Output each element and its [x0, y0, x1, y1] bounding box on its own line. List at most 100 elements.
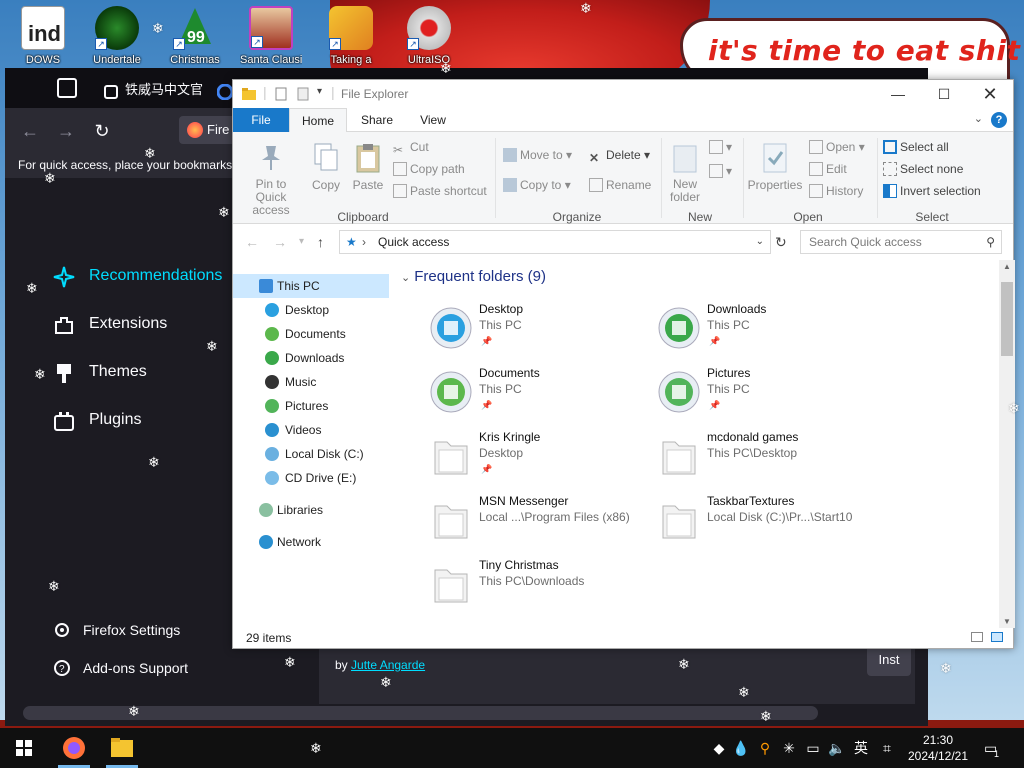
- minimize-button[interactable]: —: [875, 80, 921, 108]
- volume-icon[interactable]: 🔈: [828, 738, 846, 758]
- up-arrow-icon[interactable]: ↑: [317, 234, 324, 250]
- folder-tile[interactable]: mcdonald games This PC\Desktop: [657, 430, 885, 486]
- nav-item-downloads[interactable]: Downloads: [233, 346, 389, 370]
- new-folder-icon: [670, 142, 700, 174]
- firefox-identity-pill[interactable]: Fire: [179, 116, 239, 144]
- reload-icon[interactable]: ↻: [91, 120, 113, 142]
- cut-button[interactable]: ✂ Cut: [393, 140, 429, 157]
- droplet-icon[interactable]: 💧: [732, 738, 750, 758]
- desktop-icon-taking[interactable]: ↗ Taking a: [320, 6, 382, 70]
- tray-search-icon[interactable]: ⚲: [756, 738, 774, 758]
- easy-access-button[interactable]: ▾: [709, 164, 732, 178]
- folder-tile[interactable]: Kris Kringle Desktop 📌: [429, 430, 657, 486]
- firefox-logo-icon: [187, 122, 203, 138]
- addons-support-link[interactable]: ? Add-ons Support: [53, 656, 188, 680]
- tab-file[interactable]: File: [233, 108, 289, 132]
- new-folder-button[interactable]: New folder: [665, 142, 705, 204]
- back-arrow-icon[interactable]: ←: [245, 234, 259, 250]
- address-path-field[interactable]: ★ › Quick access ⌄: [339, 230, 771, 254]
- forward-arrow-icon[interactable]: →: [273, 234, 287, 250]
- pin-quick-access-button[interactable]: Pin to Quick access: [239, 142, 303, 217]
- folder-tile[interactable]: Tiny Christmas This PC\Downloads: [429, 558, 657, 614]
- start-button[interactable]: [0, 728, 48, 768]
- nav-item-local-disk[interactable]: Local Disk (C:): [233, 442, 389, 466]
- sidebar-item-themes[interactable]: Themes: [53, 356, 147, 388]
- desktop-icon-christmas[interactable]: 99 ↗ Christmas: [164, 6, 226, 70]
- details-view-icon[interactable]: [971, 632, 983, 642]
- back-icon[interactable]: ←: [19, 120, 41, 142]
- nav-item-videos[interactable]: Videos: [233, 418, 389, 442]
- maximize-button[interactable]: ☐: [921, 80, 967, 108]
- close-button[interactable]: ✕: [967, 80, 1013, 108]
- taskbar-firefox[interactable]: [50, 728, 98, 768]
- nav-item-network[interactable]: Network: [233, 530, 389, 554]
- recent-locations-icon[interactable]: ▾: [299, 236, 304, 247]
- select-all-button[interactable]: Select all: [883, 140, 949, 154]
- folder-tile[interactable]: TaskbarTextures Local Disk (C:)\Pr...\Sta…: [657, 494, 885, 550]
- frequent-folders-header[interactable]: ⌄ Frequent folders (9): [401, 268, 546, 285]
- new-item-button[interactable]: ▾: [709, 140, 732, 154]
- desktop-icon-undertale[interactable]: ↗ Undertale: [86, 6, 148, 70]
- paste-shortcut-button[interactable]: Paste shortcut: [393, 184, 487, 198]
- scrollbar-thumb[interactable]: [1001, 282, 1013, 356]
- new-folder-qat-icon[interactable]: [295, 86, 311, 102]
- folder-tile[interactable]: Desktop This PC 📌: [429, 302, 657, 358]
- delete-button[interactable]: ✕ Delete ▾: [589, 148, 650, 165]
- copy-to-button[interactable]: Copy to ▾: [503, 178, 571, 192]
- sidebar-item-extensions[interactable]: Extensions: [53, 308, 167, 340]
- properties-button[interactable]: Properties: [747, 142, 803, 192]
- gear-icon: [53, 621, 71, 639]
- refresh-icon[interactable]: ↻: [775, 234, 787, 251]
- open-button[interactable]: Open ▾: [809, 140, 865, 154]
- clock[interactable]: 21:30 2024/12/21: [904, 732, 972, 764]
- folder-tile[interactable]: Downloads This PC 📌: [657, 302, 885, 358]
- large-icons-view-icon[interactable]: [991, 632, 1003, 642]
- tab-home[interactable]: Home: [289, 108, 347, 133]
- firefox-settings-link[interactable]: Firefox Settings: [53, 618, 180, 642]
- desktop-icon-windows[interactable]: ind DOWS: [12, 6, 74, 70]
- brightness-icon[interactable]: ✳: [780, 738, 798, 758]
- firefox-tab-terramaster[interactable]: 铁威马中文官: [97, 76, 203, 104]
- forward-icon[interactable]: →: [55, 120, 77, 142]
- history-button[interactable]: History: [809, 184, 863, 198]
- ime-indicator[interactable]: 英: [852, 738, 870, 758]
- vertical-scrollbar[interactable]: ▲ ▼: [999, 260, 1015, 628]
- invert-selection-button[interactable]: Invert selection: [883, 184, 981, 198]
- copy-button[interactable]: Copy: [309, 142, 343, 192]
- taskbar-file-explorer[interactable]: [98, 728, 146, 768]
- nav-item-documents[interactable]: Documents: [233, 322, 389, 346]
- horizontal-scrollbar[interactable]: [23, 706, 818, 720]
- help-icon[interactable]: ?: [991, 112, 1007, 128]
- copy-path-button[interactable]: Copy path: [393, 162, 465, 176]
- folder-tile[interactable]: MSN Messenger Local ...\Program Files (x8…: [429, 494, 657, 550]
- ribbon-collapse-icon[interactable]: ⌄: [974, 112, 983, 125]
- keyboard-icon[interactable]: ⌗: [878, 738, 896, 758]
- edit-button[interactable]: Edit: [809, 162, 847, 176]
- tab-share[interactable]: Share: [355, 108, 399, 132]
- author-link[interactable]: Jutte Angarde: [351, 658, 425, 672]
- notification-icon[interactable]: ▭ 1: [984, 738, 1006, 759]
- tab-view[interactable]: View: [411, 108, 455, 132]
- nav-item-libraries[interactable]: Libraries: [233, 498, 389, 522]
- nav-item-music[interactable]: Music: [233, 370, 389, 394]
- move-to-button[interactable]: Move to ▾: [503, 148, 572, 162]
- paste-button[interactable]: Paste: [351, 142, 385, 192]
- firefox-view-icon[interactable]: [57, 78, 77, 98]
- sidebar-item-recommendations[interactable]: Recommendations: [53, 260, 222, 292]
- qat-dropdown-icon[interactable]: ▾: [317, 86, 322, 97]
- select-none-button[interactable]: Select none: [883, 162, 963, 176]
- rename-button[interactable]: Rename: [589, 178, 651, 192]
- nav-item-desktop[interactable]: Desktop: [233, 298, 389, 322]
- sidebar-item-plugins[interactable]: Plugins: [53, 404, 141, 436]
- nav-item-cd-drive[interactable]: CD Drive (E:): [233, 466, 389, 490]
- nav-item-pictures[interactable]: Pictures: [233, 394, 389, 418]
- folder-location: Local Disk (C:)\Pr...\Start10: [707, 510, 853, 524]
- folder-tile[interactable]: Documents This PC 📌: [429, 366, 657, 422]
- properties-qat-icon[interactable]: [273, 86, 289, 102]
- nav-item-this-pc[interactable]: This PC: [233, 274, 389, 298]
- search-input[interactable]: Search Quick access ⚲: [800, 230, 1002, 254]
- desktop-icon-santa[interactable]: ↗ Santa Clausin: [240, 6, 302, 70]
- tray-app-icon[interactable]: ◆: [710, 738, 728, 758]
- folder-tile[interactable]: Pictures This PC 📌: [657, 366, 885, 422]
- network-icon[interactable]: ▭: [804, 738, 822, 758]
